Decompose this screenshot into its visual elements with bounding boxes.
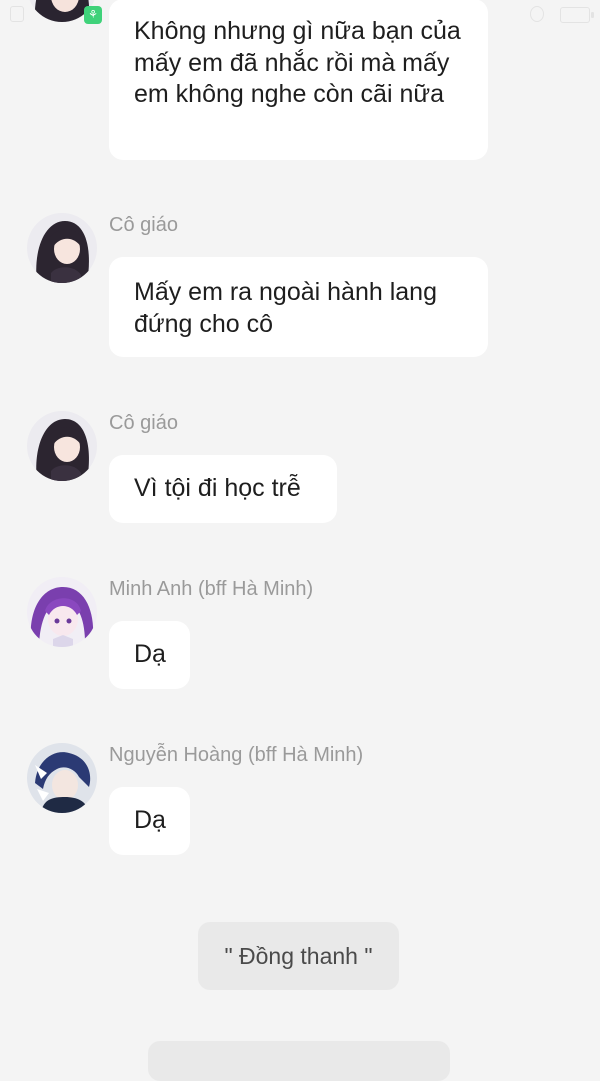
alarm-icon (530, 6, 544, 22)
sender-name: Cô giáo (109, 214, 178, 236)
app-badge-icon: ⚘ (84, 6, 102, 24)
sim-icon (10, 6, 24, 22)
message-bubble: Dạ (109, 787, 190, 855)
narration-bubble-partial (148, 1041, 450, 1081)
narration-bubble: " Đồng thanh " (198, 922, 399, 990)
message-bubble: Dạ (109, 621, 190, 689)
message-bubble: Vì tội đi học trễ (109, 455, 337, 523)
avatar[interactable] (27, 411, 97, 481)
message-bubble: Không nhưng gì nữa bạn của mấy em đã nhắ… (109, 0, 488, 160)
avatar[interactable] (27, 213, 97, 283)
avatar[interactable] (27, 577, 97, 647)
sender-name: Minh Anh (bff Hà Minh) (109, 578, 314, 600)
sender-name: Cô giáo (109, 412, 178, 434)
sender-name: Nguyễn Hoàng (bff Hà Minh) (109, 744, 364, 766)
message-bubble: Mấy em ra ngoài hành lang đứng cho cô (109, 257, 488, 357)
battery-icon (560, 7, 594, 23)
avatar[interactable] (27, 743, 97, 813)
